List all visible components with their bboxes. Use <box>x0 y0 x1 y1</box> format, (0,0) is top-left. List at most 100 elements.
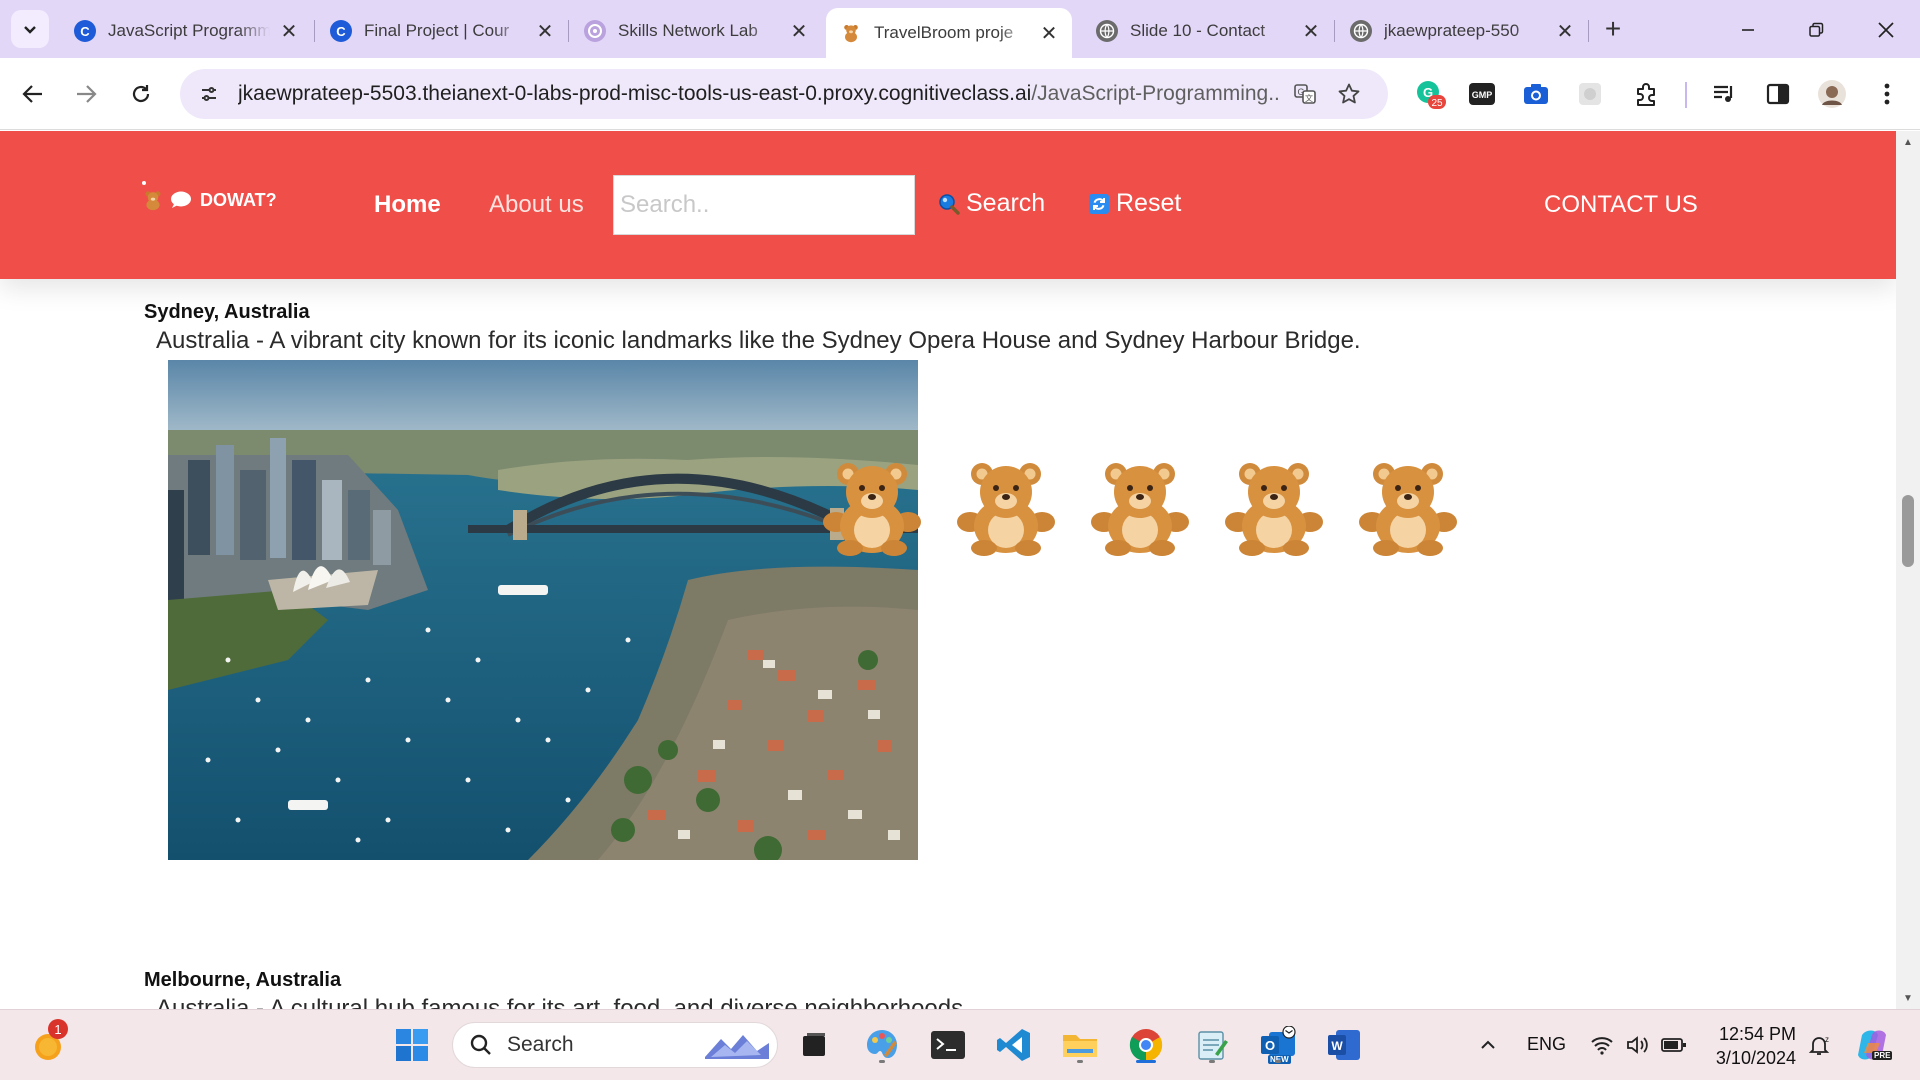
browser-menu-button[interactable] <box>1871 78 1903 110</box>
restore-button[interactable] <box>1788 10 1844 50</box>
extension-badge: 25 <box>1431 98 1443 109</box>
destination-title: Sydney, Australia <box>144 301 310 323</box>
windows-taskbar: 1 Search O NEW W ENG <box>0 1009 1920 1080</box>
close-icon[interactable]: ✕ <box>534 20 556 43</box>
system-clock[interactable]: 12:54 PM 3/10/2024 <box>1700 1022 1796 1070</box>
logo-dot <box>142 181 146 185</box>
site-search-input[interactable] <box>613 175 915 235</box>
speaker-icon <box>1627 1036 1648 1054</box>
tab-title: TravelBroom proje <box>874 23 1014 42</box>
bell-snooze-icon: z <box>1808 1035 1830 1055</box>
gmp-extension-icon[interactable]: GMP <box>1466 78 1498 110</box>
svg-text:z: z <box>1825 1035 1829 1044</box>
magnifier-icon <box>939 193 960 215</box>
task-view-icon <box>803 1033 825 1056</box>
copilot-button[interactable]: PRE <box>1850 1023 1894 1067</box>
nav-about-link[interactable]: About us <box>489 191 584 219</box>
running-indicator <box>1209 1060 1215 1063</box>
paint-app-button[interactable] <box>860 1023 904 1067</box>
refresh-icon <box>1089 193 1109 214</box>
reset-button[interactable]: Reset <box>1088 189 1181 218</box>
tab-title: Slide 10 - Contact <box>1130 21 1266 40</box>
notifications-button[interactable]: z <box>1797 1023 1841 1067</box>
grey-extension-icon[interactable] <box>1574 78 1606 110</box>
scrollbar-thumb[interactable] <box>1902 495 1914 567</box>
globe-icon <box>1096 20 1118 42</box>
nav-home-link[interactable]: Home <box>374 191 441 219</box>
svg-text:O: O <box>1265 1038 1275 1053</box>
back-button[interactable] <box>14 75 52 113</box>
battery-status[interactable] <box>1652 1023 1696 1067</box>
bookmark-star-icon[interactable] <box>1332 77 1366 111</box>
close-icon[interactable]: ✕ <box>1038 22 1060 45</box>
media-controls-icon[interactable] <box>1708 78 1740 110</box>
profile-avatar[interactable] <box>1816 78 1848 110</box>
translate-icon[interactable]: G文 <box>1288 77 1322 111</box>
notepad-app-button[interactable] <box>1190 1023 1234 1067</box>
tab-search-button[interactable] <box>11 10 49 48</box>
taskbar-search[interactable]: Search <box>452 1022 778 1068</box>
destination-title: Melbourne, Australia <box>144 969 342 991</box>
weather-widget[interactable]: 1 <box>26 1019 70 1067</box>
search-button[interactable]: Search <box>938 189 1045 218</box>
new-tab-button[interactable]: + <box>1598 13 1628 44</box>
more-vert-icon <box>1884 83 1890 105</box>
tab-jkaewprateep[interactable]: jkaewprateep-550 ✕ <box>1336 10 1588 52</box>
teddy-bear-icon <box>1091 463 1189 556</box>
tab-skills-network-labs[interactable]: Skills Network Lab ✕ <box>570 10 822 52</box>
close-icon[interactable]: ✕ <box>788 20 810 43</box>
logo-text: DOWAT? <box>200 189 277 210</box>
close-icon[interactable]: ✕ <box>278 20 300 43</box>
teddy-bear-icon <box>145 191 161 211</box>
contact-us-link[interactable]: CONTACT US <box>1544 191 1698 219</box>
site-info-icon[interactable] <box>192 77 226 111</box>
side-panel-icon[interactable] <box>1762 78 1794 110</box>
terminal-icon <box>931 1031 965 1059</box>
input-language[interactable]: ENG <box>1527 1034 1566 1055</box>
tab-final-project[interactable]: C Final Project | Cour ✕ <box>316 10 568 52</box>
word-app-button[interactable]: W <box>1322 1023 1366 1067</box>
close-icon <box>1878 22 1894 38</box>
teddy-bear-icon <box>823 463 921 556</box>
chrome-icon <box>1129 1029 1163 1062</box>
terminal-app-button[interactable] <box>926 1023 970 1067</box>
outlook-new-app-button[interactable]: O NEW <box>1256 1023 1300 1067</box>
search-button-label: Search <box>966 189 1046 217</box>
grammarly-extension-icon[interactable]: G 25 <box>1414 78 1446 110</box>
scroll-up-arrow[interactable]: ▲ <box>1896 131 1920 153</box>
vscode-app-button[interactable] <box>992 1023 1036 1067</box>
speech-bubble-icon <box>171 191 191 208</box>
reload-button[interactable] <box>122 75 160 113</box>
close-window-button[interactable] <box>1858 10 1914 50</box>
tab-travelbroom-project[interactable]: TravelBroom proje ✕ <box>826 8 1072 58</box>
show-hidden-icons-button[interactable] <box>1466 1023 1510 1067</box>
tab-javascript-programming[interactable]: C JavaScript Programm ✕ <box>60 10 312 52</box>
start-button[interactable] <box>390 1023 434 1067</box>
minimize-button[interactable] <box>1720 10 1776 50</box>
close-icon[interactable]: ✕ <box>1554 20 1576 43</box>
page-scrollbar[interactable]: ▲ ▼ <box>1896 131 1920 1009</box>
task-view-button[interactable] <box>792 1023 836 1067</box>
scroll-down-arrow[interactable]: ▼ <box>1896 987 1920 1009</box>
file-explorer-button[interactable] <box>1058 1023 1102 1067</box>
tab-slide-10-contact[interactable]: Slide 10 - Contact ✕ <box>1082 10 1334 52</box>
toolbar-divider <box>1685 82 1687 108</box>
address-bar[interactable]: jkaewprateep-5503.theianext-0-labs-prod-… <box>180 69 1388 119</box>
camera-extension-icon[interactable] <box>1520 78 1552 110</box>
chrome-app-button[interactable] <box>1124 1023 1168 1067</box>
running-indicator <box>1077 1060 1083 1063</box>
forward-button[interactable] <box>67 75 105 113</box>
svg-text:GMP: GMP <box>1472 90 1493 100</box>
url-text[interactable]: jkaewprateep-5503.theianext-0-labs-prod-… <box>238 82 1278 106</box>
tab-title: jkaewprateep-550 <box>1384 21 1520 40</box>
browser-toolbar: jkaewprateep-5503.theianext-0-labs-prod-… <box>0 58 1920 130</box>
folder-icon <box>1063 1035 1097 1057</box>
chevron-down-icon <box>24 26 36 34</box>
arrow-left-icon <box>22 85 42 103</box>
extensions-puzzle-icon[interactable] <box>1630 78 1662 110</box>
site-logo[interactable]: DOWAT? <box>142 181 277 211</box>
close-icon[interactable]: ✕ <box>1300 20 1322 43</box>
word-icon: W <box>1328 1030 1360 1060</box>
skills-network-icon <box>584 20 606 42</box>
tab-divider <box>1334 20 1335 42</box>
